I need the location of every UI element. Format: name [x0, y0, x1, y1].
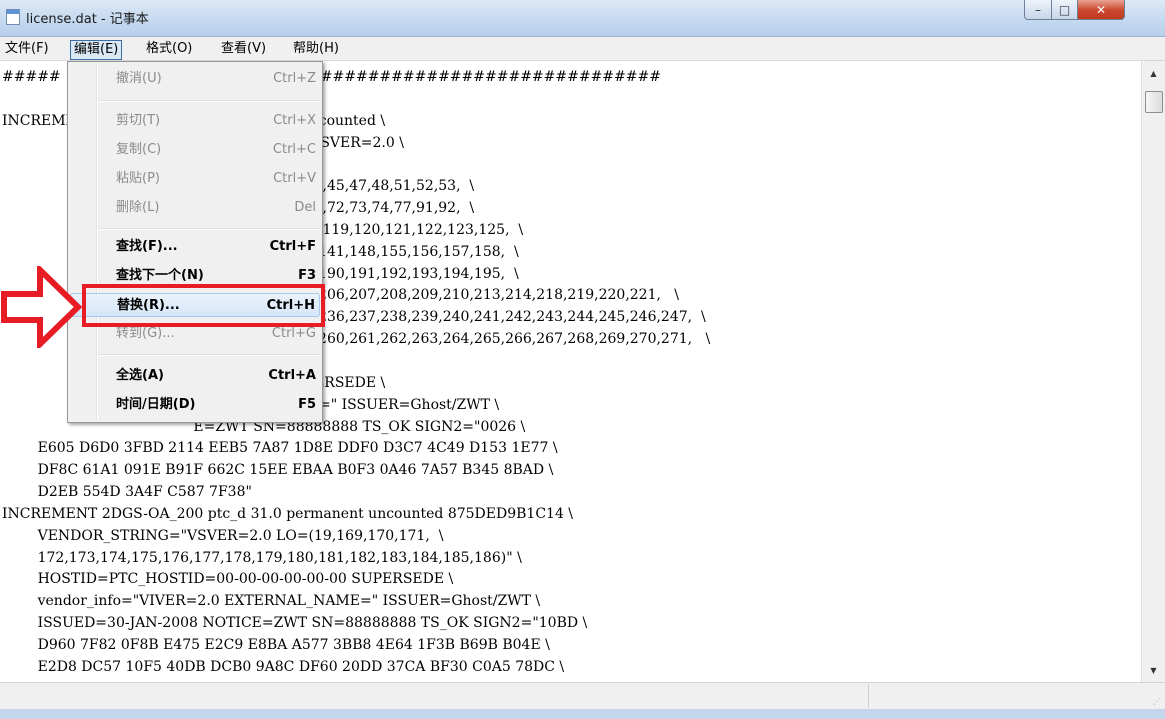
menu-view[interactable]: 查看(V) — [218, 40, 269, 58]
menu-file[interactable]: 文件(F) — [2, 40, 52, 58]
window-title: license.dat - 记事本 — [26, 12, 149, 27]
menu-item-shortcut: Ctrl+F — [269, 239, 316, 254]
menu-item-undo[interactable]: 撤消(U) Ctrl+Z — [70, 67, 320, 91]
menu-item-label: 删除(L) — [116, 200, 160, 215]
window-frame — [0, 709, 1165, 719]
menu-item-shortcut: Del — [294, 200, 316, 215]
menu-separator — [98, 354, 320, 356]
menu-item-select-all[interactable]: 全选(A) Ctrl+A — [70, 364, 320, 388]
menu-item-copy[interactable]: 复制(C) Ctrl+C — [70, 138, 320, 162]
maximize-icon: □ — [1058, 2, 1071, 17]
menu-format[interactable]: 格式(O) — [143, 40, 195, 58]
scroll-thumb[interactable] — [1145, 91, 1163, 113]
menu-item-cut[interactable]: 剪切(T) Ctrl+X — [70, 109, 320, 133]
title-bar[interactable]: license.dat - 记事本 – □ ✕ — [0, 0, 1165, 37]
vertical-scrollbar[interactable]: ▲ ▼ — [1141, 61, 1165, 682]
menu-item-label: 粘贴(P) — [116, 171, 160, 186]
notepad-icon — [6, 9, 20, 25]
menu-item-shortcut: Ctrl+Z — [273, 71, 316, 86]
minimize-button[interactable]: – — [1024, 0, 1052, 20]
arrow-shape — [1, 266, 83, 348]
menu-item-shortcut: Ctrl+V — [273, 171, 316, 186]
menu-item-label: 剪切(T) — [116, 113, 161, 128]
close-icon: ✕ — [1095, 2, 1107, 17]
menu-item-find[interactable]: 查找(F)... Ctrl+F — [70, 235, 320, 259]
menu-help[interactable]: 帮助(H) — [290, 40, 342, 58]
edit-dropdown-menu: 撤消(U) Ctrl+Z 剪切(T) Ctrl+X 复制(C) Ctrl+C 粘… — [67, 61, 323, 423]
resize-grip-icon[interactable]: ⋰ — [1153, 697, 1161, 706]
menu-item-label: 撤消(U) — [116, 71, 162, 86]
menu-item-label: 查找(F)... — [116, 239, 178, 254]
scroll-down-icon[interactable]: ▼ — [1142, 660, 1165, 680]
menu-item-label: 时间/日期(D) — [116, 397, 196, 412]
menu-item-time-date[interactable]: 时间/日期(D) F5 — [70, 393, 320, 417]
menu-item-shortcut: F5 — [298, 397, 316, 412]
menu-item-shortcut: Ctrl+C — [272, 142, 316, 157]
menu-separator — [98, 100, 320, 102]
scroll-up-icon[interactable]: ▲ — [1142, 63, 1165, 83]
menu-item-delete[interactable]: 删除(L) Del — [70, 196, 320, 220]
menu-item-label: 复制(C) — [116, 142, 162, 157]
menu-item-label: 全选(A) — [116, 368, 164, 383]
status-divider — [868, 684, 869, 708]
status-bar: ⋰ — [0, 682, 1165, 719]
menu-separator — [98, 228, 320, 230]
menu-item-paste[interactable]: 粘贴(P) Ctrl+V — [70, 167, 320, 191]
highlight-box — [82, 284, 325, 327]
maximize-button[interactable]: □ — [1051, 0, 1078, 20]
menu-edit[interactable]: 编辑(E) — [70, 40, 123, 60]
menu-item-shortcut: Ctrl+A — [268, 368, 316, 383]
pointer-arrow-icon — [1, 266, 83, 348]
menu-item-shortcut: Ctrl+X — [273, 113, 316, 128]
minimize-icon: – — [1035, 2, 1041, 17]
close-button[interactable]: ✕ — [1077, 0, 1125, 20]
menu-bar: 文件(F) 编辑(E) 格式(O) 查看(V) 帮助(H) — [0, 37, 1165, 61]
